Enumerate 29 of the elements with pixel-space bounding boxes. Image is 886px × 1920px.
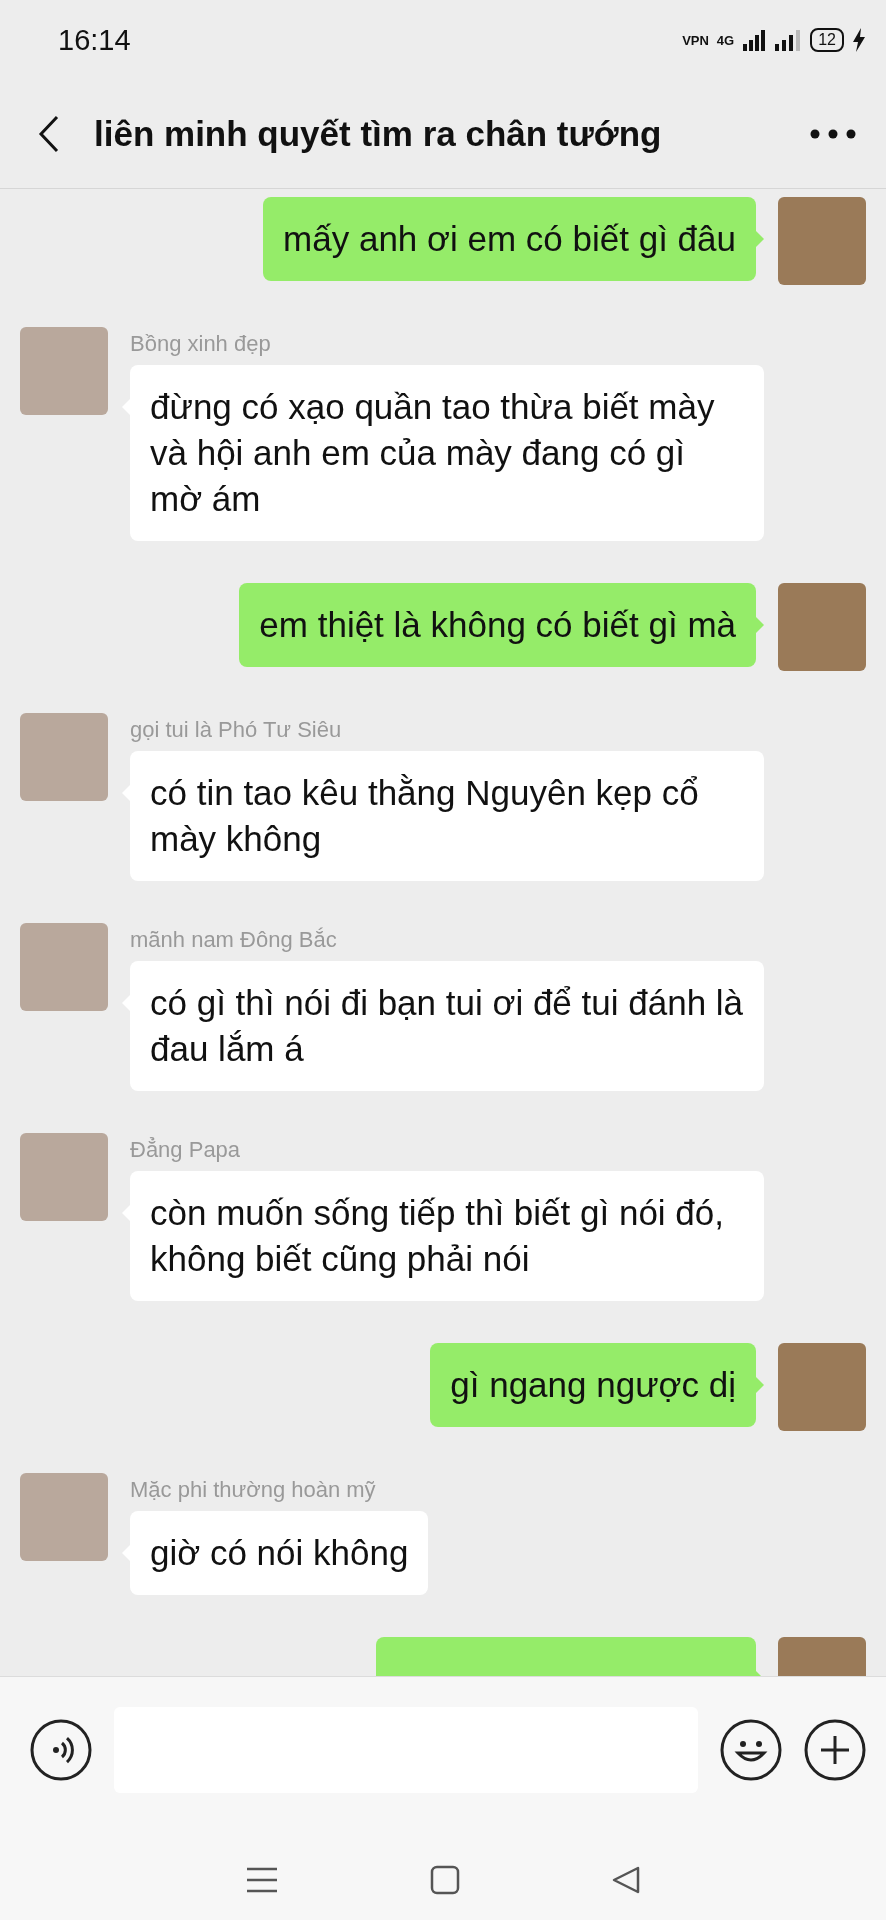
sender-name: Mặc phi thường hoàn mỹ (130, 1477, 377, 1503)
avatar-photo[interactable] (20, 1133, 108, 1221)
chat-title: liên minh quyết tìm ra chân tướng (94, 114, 663, 154)
signal-icon (774, 28, 803, 52)
back-icon[interactable] (38, 115, 60, 153)
avatar-photo[interactable] (20, 1473, 108, 1561)
vpn-indicator: VPN (682, 33, 709, 47)
add-icon[interactable] (804, 1718, 866, 1781)
battery-level: 12 (810, 28, 844, 52)
voice-icon[interactable] (30, 1718, 92, 1781)
signal-icon (742, 28, 767, 52)
sender-name: gọi tui là Phó Tư Siêu (130, 717, 343, 743)
charging-icon (852, 28, 866, 52)
avatar-photo[interactable] (778, 197, 866, 285)
back-nav-icon[interactable] (610, 1864, 641, 1895)
sender-name: mãnh nam Đông Bắc (130, 927, 338, 953)
avatar-photo[interactable] (20, 713, 108, 801)
home-icon[interactable] (430, 1864, 460, 1895)
more-icon[interactable] (810, 129, 856, 139)
avatar-photo[interactable] (20, 923, 108, 1011)
sender-name: Đẳng Papa (130, 1137, 242, 1163)
avatar-photo[interactable] (20, 327, 108, 415)
status-time: 16:14 (58, 23, 132, 57)
avatar-photo[interactable] (778, 1343, 866, 1431)
sender-name: Bồng xinh đẹp (130, 331, 272, 357)
network-type: 4G (716, 32, 735, 48)
emoji-icon[interactable] (720, 1718, 782, 1781)
menu-icon[interactable] (245, 1865, 280, 1894)
avatar-photo[interactable] (778, 583, 866, 671)
